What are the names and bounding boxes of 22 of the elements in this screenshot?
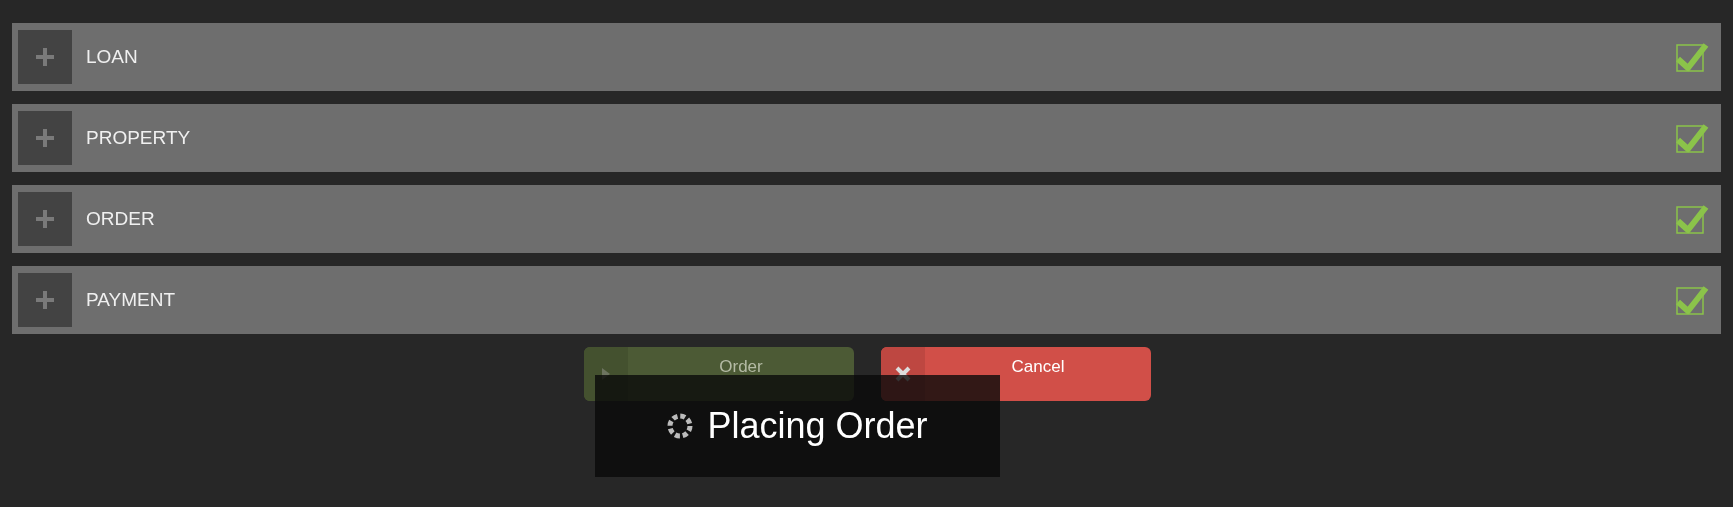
section-title: PAYMENT [86, 287, 177, 312]
expand-button[interactable] [18, 273, 72, 327]
accordion-header[interactable]: ORDER [12, 185, 1721, 253]
accordion-header[interactable]: PROPERTY [12, 104, 1721, 172]
expand-button[interactable] [18, 111, 72, 165]
spinner-icon [667, 413, 694, 439]
plus-icon [36, 210, 54, 228]
checked-checkbox-icon[interactable] [1675, 284, 1709, 316]
section-title: ORDER [86, 206, 156, 231]
plus-icon [36, 291, 54, 309]
checked-checkbox-icon[interactable] [1675, 41, 1709, 73]
checked-checkbox-icon[interactable] [1675, 122, 1709, 154]
section-title: LOAN [86, 44, 139, 69]
checked-checkbox-icon[interactable] [1675, 203, 1709, 235]
expand-button[interactable] [18, 30, 72, 84]
expand-button[interactable] [18, 192, 72, 246]
accordion-header[interactable]: PAYMENT [12, 266, 1721, 334]
section-title: PROPERTY [86, 125, 192, 150]
loading-message: Placing Order [707, 404, 928, 448]
plus-icon [36, 48, 54, 66]
accordion-header[interactable]: LOAN [12, 23, 1721, 91]
plus-icon [36, 129, 54, 147]
